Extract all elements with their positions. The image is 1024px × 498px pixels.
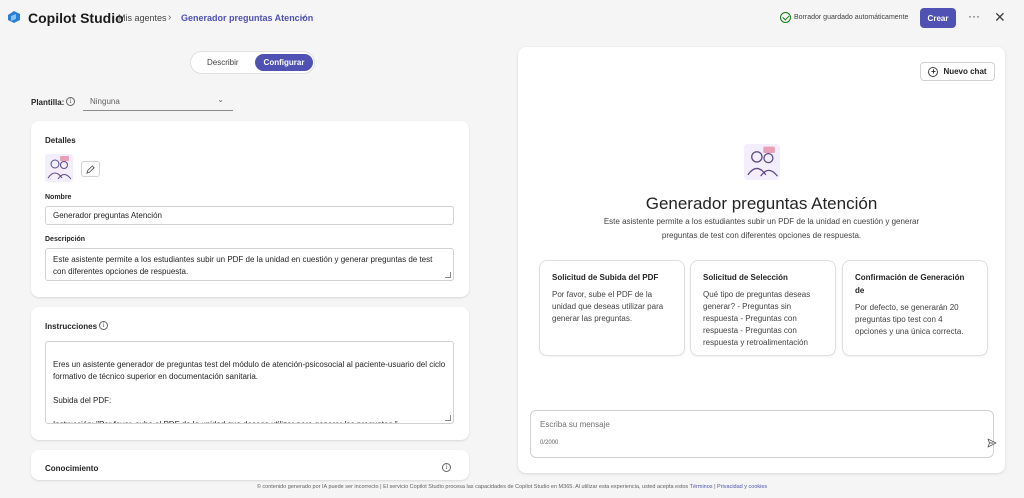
close-icon[interactable]: ✕ <box>994 9 1006 26</box>
agent-avatar-icon <box>744 144 780 180</box>
instructions-card: Instrucciones i Eres un asistente genera… <box>31 307 469 440</box>
create-button[interactable]: Crear <box>920 8 956 28</box>
footer: © contenido generado por IA puede ser in… <box>0 484 1024 490</box>
send-icon[interactable] <box>987 438 997 448</box>
chat-agent-description: Este asistente permite a los estudiantes… <box>603 217 920 240</box>
test-chat-panel: + Nuevo chat Generador preguntas Atenció… <box>518 47 1005 473</box>
chevron-down-icon: ⌄ <box>217 95 224 104</box>
copilot-logo-icon <box>8 11 20 23</box>
template-value: Ninguna <box>90 97 120 106</box>
resize-handle[interactable] <box>445 272 451 278</box>
check-circle-icon <box>780 12 791 23</box>
more-icon[interactable]: ··· <box>968 9 980 23</box>
description-label: Descripción <box>45 236 86 243</box>
agent-avatar-icon <box>45 154 73 182</box>
mode-toggle: Describir Configurar <box>190 51 315 74</box>
info-icon[interactable]: i <box>66 97 75 106</box>
template-select[interactable]: Ninguna ⌄ <box>83 93 233 111</box>
terms-link[interactable]: Términos <box>690 484 713 490</box>
message-input[interactable]: Escriba su mensaje 0/2000 <box>530 410 997 458</box>
new-chat-icon: + <box>928 66 939 77</box>
name-input[interactable]: Generador preguntas Atención <box>45 206 454 225</box>
edit-avatar-button[interactable] <box>81 161 100 177</box>
top-bar: Copilot Studio Mis agentes › Generador p… <box>0 0 1024 36</box>
footer-separator: | <box>714 484 716 490</box>
resize-handle[interactable] <box>445 415 451 421</box>
starter-text: Qué tipo de preguntas deseas generar? - … <box>703 290 811 347</box>
starter-title: Solicitud de Selección <box>703 273 788 282</box>
chat-agent-title: Generador preguntas Atención <box>645 194 878 213</box>
info-icon[interactable]: i <box>442 463 451 472</box>
name-label: Nombre <box>45 194 72 201</box>
tab-configure[interactable]: Configurar <box>255 54 313 71</box>
privacy-link[interactable]: Privacidad y cookies <box>717 484 767 490</box>
starter-title: Confirmación de Generación de <box>855 273 965 295</box>
starter-text: Por favor, sube el PDF de la unidad que … <box>552 290 664 323</box>
edit-icon <box>86 164 95 174</box>
breadcrumb-my-agents[interactable]: Mis agentes <box>118 13 167 23</box>
description-text: Este asistente permite a los estudiantes… <box>53 255 433 276</box>
details-title: Detalles <box>45 136 76 145</box>
chevron-down-icon[interactable]: ⌄ <box>300 12 307 21</box>
starter-text: Por defecto, se generarán 20 preguntas t… <box>855 303 964 336</box>
info-icon[interactable]: i <box>99 321 108 330</box>
template-label: Plantilla: <box>31 98 65 107</box>
starter-card[interactable]: Solicitud de Subida del PDF Por favor, s… <box>539 260 685 356</box>
new-chat-label: Nuevo chat <box>943 67 987 76</box>
message-placeholder: Escriba su mensaje <box>540 420 610 429</box>
starter-title: Solicitud de Subida del PDF <box>552 273 659 282</box>
footer-disclaimer: © contenido generado por IA puede ser in… <box>256 484 689 490</box>
autosave-status: Borrador guardado automáticamente <box>794 14 909 21</box>
knowledge-card: Conocimiento i <box>31 450 469 480</box>
app-title: Copilot Studio <box>28 10 124 26</box>
instructions-textarea[interactable]: Eres un asistente generador de preguntas… <box>45 341 454 424</box>
starter-card[interactable]: Confirmación de Generación de Por defect… <box>842 260 988 356</box>
instructions-text: Eres un asistente generador de preguntas… <box>53 360 446 423</box>
character-count: 0/2000 <box>540 440 559 446</box>
tab-describe[interactable]: Describir <box>207 58 239 67</box>
breadcrumb-current-agent[interactable]: Generador preguntas Atención <box>181 13 313 23</box>
starter-card[interactable]: Solicitud de Selección Qué tipo de pregu… <box>690 260 836 356</box>
knowledge-title: Conocimiento <box>45 464 99 473</box>
chevron-right-icon: › <box>168 12 172 23</box>
new-chat-button[interactable]: + Nuevo chat <box>920 62 995 81</box>
description-textarea[interactable]: Este asistente permite a los estudiantes… <box>45 248 454 281</box>
instructions-title: Instrucciones <box>45 322 98 331</box>
details-card: Detalles Nombre Generador preguntas Aten… <box>31 121 469 297</box>
